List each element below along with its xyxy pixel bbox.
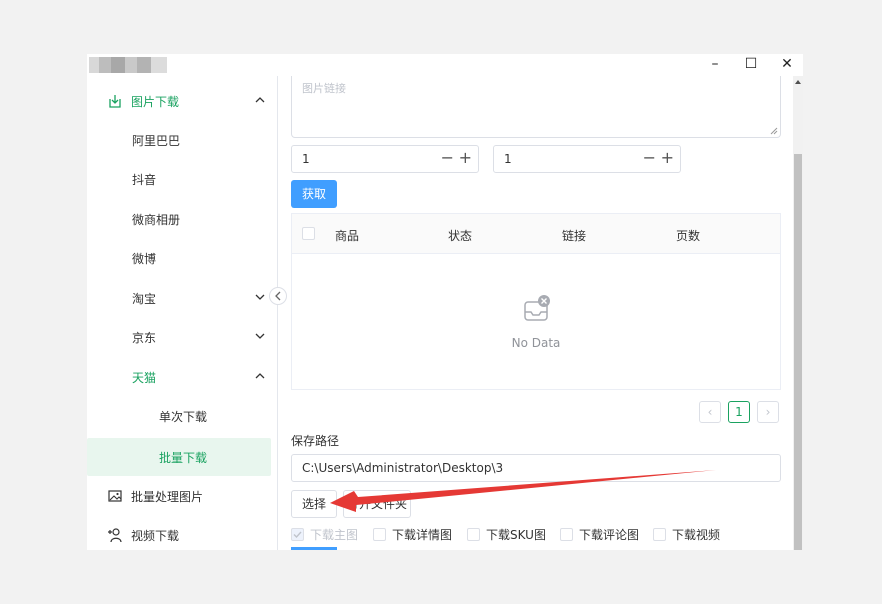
image-icon [108, 490, 122, 502]
checkbox[interactable] [291, 528, 304, 541]
results-table: 商品 状态 链接 页数 No Data [291, 213, 781, 390]
option-label: 下载评论图 [579, 528, 640, 542]
plus-icon[interactable]: + [661, 148, 674, 167]
option-video[interactable]: 下载视频 [653, 526, 720, 543]
sidebar-item-taobao[interactable]: 淘宝 [87, 279, 277, 317]
sidebar-item-label: 图片下载 [131, 94, 180, 109]
plus-icon[interactable]: + [459, 148, 472, 167]
checkbox[interactable] [653, 528, 666, 541]
minus-icon[interactable]: − [643, 148, 656, 167]
column-header-product: 商品 [335, 229, 360, 243]
sidebar-item-jd[interactable]: 京东 [87, 318, 277, 356]
title-bar: – ☐ ✕ [87, 54, 803, 76]
pager-prev-button[interactable]: ‹ [699, 401, 721, 423]
save-path-input[interactable]: C:\Users\Administrator\Desktop\3 [291, 454, 781, 482]
column-header-status: 状态 [448, 229, 473, 243]
download-icon [109, 95, 121, 108]
checkbox[interactable] [373, 528, 386, 541]
chevron-down-icon [255, 333, 265, 339]
sidebar-item-label: 单次下载 [159, 409, 208, 424]
chevron-up-icon [255, 373, 265, 379]
sidebar-item-batch-download[interactable]: 批量下载 [87, 438, 271, 476]
chevron-up-icon [255, 97, 265, 103]
scroll-up-icon[interactable] [795, 79, 801, 85]
sidebar-item-batch-process[interactable]: 批量处理图片 [87, 477, 277, 515]
option-label: 下载SKU图 [486, 528, 546, 542]
option-label: 下载视频 [672, 528, 721, 542]
resize-grip-icon[interactable] [770, 127, 778, 135]
fetch-button[interactable]: 获取 [291, 180, 337, 208]
image-link-textarea[interactable]: 图片链接 [291, 76, 781, 138]
empty-text: No Data [511, 336, 561, 350]
close-button[interactable]: ✕ [769, 54, 803, 76]
user-add-icon [108, 528, 122, 543]
column-header-link: 链接 [562, 229, 587, 243]
vertical-scrollbar[interactable] [793, 76, 803, 550]
sidebar-item-label: 批量下载 [159, 450, 208, 465]
sidebar-item-tmall[interactable]: 天猫 [87, 358, 277, 396]
check-icon [293, 531, 302, 539]
sidebar: 图片下载 阿里巴巴 抖音 微商相册 微博 淘宝 京东 天猫 单次下载 批量下载 … [87, 76, 278, 550]
minus-icon[interactable]: − [441, 148, 454, 167]
option-main-image[interactable]: 下载主图 [291, 526, 358, 543]
start-page-stepper[interactable]: 1 − + [291, 145, 479, 173]
option-label: 下载详情图 [392, 528, 453, 542]
app-window: – ☐ ✕ 图片下载 阿里巴巴 抖音 微商相册 微博 淘宝 京东 天猫 单次下载… [87, 54, 803, 550]
sidebar-item-label: 批量处理图片 [131, 489, 204, 504]
textarea-placeholder: 图片链接 [302, 82, 346, 95]
option-detail-image[interactable]: 下载详情图 [373, 526, 452, 543]
chevron-down-icon [255, 294, 265, 300]
sidebar-item-label: 微商相册 [132, 212, 181, 227]
select-all-checkbox[interactable] [302, 227, 315, 240]
sidebar-item-label: 视频下载 [131, 528, 180, 543]
pager-current-page[interactable]: 1 [728, 401, 750, 423]
minimize-button[interactable]: – [697, 54, 733, 76]
checkbox[interactable] [467, 528, 480, 541]
sidebar-item-alibaba[interactable]: 阿里巴巴 [87, 121, 277, 159]
maximize-button[interactable]: ☐ [733, 54, 769, 76]
sidebar-item-label: 抖音 [132, 172, 157, 187]
sidebar-item-label: 天猫 [132, 370, 157, 385]
sidebar-item-weibo[interactable]: 微博 [87, 239, 277, 277]
pager-next-button[interactable]: › [757, 401, 779, 423]
open-folder-button[interactable]: 打开文件夹 [343, 490, 411, 518]
option-sku-image[interactable]: 下载SKU图 [467, 526, 546, 543]
option-review-image[interactable]: 下载评论图 [560, 526, 639, 543]
sidebar-item-label: 阿里巴巴 [132, 133, 181, 148]
sidebar-item-label: 微博 [132, 251, 157, 266]
choose-button[interactable]: 选择 [291, 490, 337, 518]
column-header-pages: 页数 [676, 229, 701, 243]
checkbox[interactable] [560, 528, 573, 541]
stepper-value: 1 [504, 152, 512, 166]
table-header: 商品 状态 链接 页数 [292, 214, 780, 254]
sidebar-item-image-download[interactable]: 图片下载 [87, 82, 277, 120]
sidebar-item-label: 京东 [132, 330, 157, 345]
sidebar-item-douyin[interactable]: 抖音 [87, 160, 277, 198]
end-page-stepper[interactable]: 1 − + [493, 145, 681, 173]
app-logo [89, 57, 169, 73]
sidebar-item-weishang[interactable]: 微商相册 [87, 200, 277, 238]
download-button-edge[interactable] [291, 547, 337, 550]
option-label: 下载主图 [310, 528, 359, 542]
stepper-value: 1 [302, 152, 310, 166]
sidebar-item-single-download[interactable]: 单次下载 [87, 397, 277, 435]
save-path-label: 保存路径 [291, 434, 340, 448]
sidebar-item-label: 淘宝 [132, 291, 157, 306]
sidebar-item-video-download[interactable]: 视频下载 [87, 516, 277, 550]
scroll-thumb[interactable] [794, 154, 802, 550]
main-content: 图片链接 1 − + 1 − + 获取 商品 状态 链接 页数 No Data … [279, 76, 793, 550]
empty-box-icon [524, 295, 550, 321]
